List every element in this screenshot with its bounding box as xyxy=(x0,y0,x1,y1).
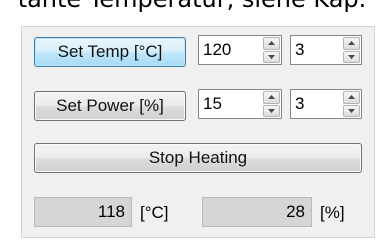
power-unit-label: [%] xyxy=(320,203,345,222)
temp-step-arrows xyxy=(343,37,360,63)
temp-setpoint-spinner[interactable]: 120 xyxy=(198,35,282,65)
temperature-unit-label: [°C] xyxy=(140,203,169,222)
spin-up-icon[interactable] xyxy=(343,37,360,50)
spin-down-icon[interactable] xyxy=(263,50,280,63)
spin-up-icon[interactable] xyxy=(263,91,280,104)
set-power-button[interactable]: Set Power [%] xyxy=(34,91,186,121)
spin-up-icon[interactable] xyxy=(343,91,360,104)
temp-step-spinner[interactable]: 3 xyxy=(290,35,362,65)
heater-control-panel: Set Temp [°C] 120 3 Set Power [%] 15 3 S… xyxy=(21,26,375,238)
power-readout: 28 xyxy=(202,197,312,227)
power-step-spinner[interactable]: 3 xyxy=(290,89,362,119)
document-caption: tante Temperatur, siehe Kap. xyxy=(0,0,384,14)
stop-heating-button[interactable]: Stop Heating xyxy=(34,143,362,173)
temp-setpoint-value[interactable]: 120 xyxy=(203,36,231,64)
power-setpoint-arrows xyxy=(263,91,280,117)
power-setpoint-spinner[interactable]: 15 xyxy=(198,89,282,119)
stop-heating-button-label: Stop Heating xyxy=(148,148,248,167)
spin-down-icon[interactable] xyxy=(343,50,360,63)
spin-up-icon[interactable] xyxy=(263,37,280,50)
spin-down-icon[interactable] xyxy=(263,104,280,117)
temp-setpoint-arrows xyxy=(263,37,280,63)
power-setpoint-value[interactable]: 15 xyxy=(203,90,222,118)
power-step-arrows xyxy=(343,91,360,117)
power-step-value[interactable]: 3 xyxy=(295,90,304,118)
spin-down-icon[interactable] xyxy=(343,104,360,117)
set-temp-button[interactable]: Set Temp [°C] xyxy=(34,37,186,67)
temperature-readout: 118 xyxy=(34,197,132,227)
set-temp-button-label: Set Temp [°C] xyxy=(57,42,163,61)
set-power-button-label: Set Power [%] xyxy=(56,96,164,115)
temp-step-value[interactable]: 3 xyxy=(295,36,304,64)
